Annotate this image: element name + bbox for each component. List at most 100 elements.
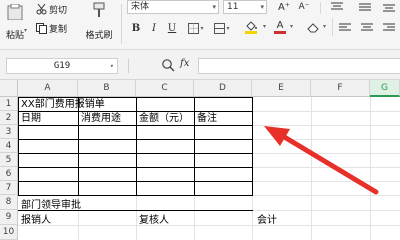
- chevron-down-icon: ▾: [200, 24, 204, 32]
- format-painter-label: 格式刷: [85, 31, 113, 41]
- column-header-b[interactable]: B: [78, 80, 136, 97]
- column-header-e[interactable]: E: [252, 80, 311, 97]
- name-box[interactable]: G19 ▾: [6, 58, 118, 74]
- align-middle-icon: [359, 3, 371, 11]
- zoom-icon[interactable]: [161, 58, 175, 72]
- cell-a2-date-header[interactable]: 日期: [19, 112, 41, 125]
- select-all-corner[interactable]: [0, 80, 18, 97]
- format-painter-button[interactable]: 格式刷: [82, 2, 116, 42]
- ribbon-divider: [320, 2, 321, 14]
- paint-bucket-icon: [246, 20, 257, 31]
- row-header-7[interactable]: 7: [0, 181, 18, 195]
- spreadsheet-grid[interactable]: ABCDEFG 1 2 3 4 5 6 7 8 9 10 XX部门费用报销单 日期 消费用途 金额…: [0, 80, 400, 240]
- paste-label: 粘贴: [5, 31, 24, 41]
- scissors-icon: [36, 4, 47, 15]
- shrink-font-button[interactable]: A⁻: [296, 0, 312, 14]
- cell-a9-claimant[interactable]: 报销人: [19, 214, 51, 227]
- border-icon: [188, 22, 200, 34]
- chevron-down-icon[interactable]: ▾: [323, 23, 326, 30]
- arrow-shaft: [273, 129, 379, 195]
- cell-a1-title[interactable]: XX部门费用报销单: [19, 98, 105, 111]
- font-name-value: 宋体: [131, 2, 150, 12]
- font-name-select[interactable]: 宋体 ▾: [127, 0, 219, 14]
- column-header-c[interactable]: C: [136, 80, 194, 97]
- cell-c2-amount-header[interactable]: 金额（元）: [137, 112, 189, 125]
- row-header-4[interactable]: 4: [0, 139, 18, 153]
- grow-font-icon: A⁺: [277, 1, 291, 13]
- cell-reference: G19: [53, 61, 71, 71]
- paste-button[interactable]: 粘贴 ▾: [0, 4, 30, 44]
- align-center-icon: [361, 23, 373, 31]
- font-color-icon: A: [276, 20, 284, 31]
- copy-button[interactable]: 复制: [36, 22, 67, 35]
- column-header-f[interactable]: F: [311, 80, 370, 97]
- gridline-horizontal: [18, 225, 400, 226]
- chevron-down-icon: ▾: [212, 3, 216, 11]
- insert-function-button[interactable]: fx: [180, 58, 189, 69]
- ribbon-divider: [121, 4, 122, 44]
- cell-c9-reviewer[interactable]: 复核人: [137, 214, 169, 227]
- font-color-swatch: [274, 31, 286, 34]
- grow-font-button[interactable]: A⁺: [276, 0, 292, 14]
- copy-label: 复制: [49, 25, 68, 35]
- clear-format-button[interactable]: [304, 20, 322, 34]
- chevron-down-icon: ▾: [109, 62, 114, 70]
- row-header-8[interactable]: 8: [0, 195, 18, 210]
- formula-bar-divider: [128, 59, 129, 73]
- cell-e9-accountant[interactable]: 会计: [255, 214, 277, 227]
- ribbon-divider: [332, 18, 333, 36]
- bold-button[interactable]: B: [130, 21, 142, 35]
- table-border-vertical: [252, 97, 253, 196]
- align-right-icon: [383, 23, 395, 31]
- align-left-button[interactable]: [338, 21, 352, 35]
- paintbrush-icon: [93, 2, 105, 17]
- row-header-9[interactable]: 9: [0, 210, 18, 225]
- clipboard-icon: [7, 4, 23, 20]
- gridline-vertical: [311, 97, 312, 240]
- chevron-down-icon: ▾: [260, 3, 264, 11]
- chevron-down-icon[interactable]: ▾: [290, 23, 293, 30]
- font-size-value: 11: [227, 2, 239, 12]
- font-color-button[interactable]: A: [272, 19, 288, 35]
- align-center-button[interactable]: [360, 21, 374, 35]
- underline-button[interactable]: U: [166, 21, 178, 35]
- align-bottom-icon: [383, 4, 395, 12]
- align-middle-button[interactable]: [358, 0, 372, 14]
- align-right-button[interactable]: [382, 21, 396, 35]
- column-header-g[interactable]: G: [370, 80, 400, 97]
- ribbon-toolbar: 粘贴 ▾ 剪切 复制 格式刷 宋体 ▾ 11 ▾ A⁺ A⁻ B I U ▾ ▾…: [0, 0, 400, 50]
- fill-color-swatch: [245, 30, 257, 34]
- paste-dropdown-icon[interactable]: ▾: [24, 27, 27, 34]
- eraser-icon: [306, 22, 319, 32]
- row-header-5[interactable]: 5: [0, 153, 18, 167]
- cell-b2-purpose-header[interactable]: 消费用途: [79, 112, 121, 125]
- arrow-head: [264, 126, 290, 146]
- fill-color-button[interactable]: [240, 19, 262, 35]
- chevron-down-icon: ▾: [226, 24, 230, 32]
- align-top-button[interactable]: [330, 0, 344, 14]
- border-button[interactable]: ▾: [186, 21, 206, 35]
- row-header-10[interactable]: 10: [0, 225, 18, 240]
- align-bottom-button[interactable]: [382, 0, 396, 14]
- row-header-6[interactable]: 6: [0, 167, 18, 181]
- font-size-select[interactable]: 11 ▾: [223, 0, 267, 14]
- column-header-a[interactable]: A: [18, 80, 78, 97]
- formula-bar: G19 ▾ fx: [0, 50, 400, 80]
- align-top-icon: [331, 2, 343, 10]
- chevron-down-icon[interactable]: ▾: [263, 23, 266, 30]
- column-header-d[interactable]: D: [194, 80, 252, 97]
- align-left-icon: [339, 23, 351, 31]
- cut-button[interactable]: 剪切: [36, 3, 67, 16]
- merge-button[interactable]: ▾: [212, 21, 232, 35]
- cell-d2-remark-header[interactable]: 备注: [195, 112, 217, 125]
- shrink-font-icon: A⁻: [298, 2, 310, 12]
- row-header-1[interactable]: 1: [0, 97, 18, 111]
- merge-cells-icon: [214, 22, 226, 34]
- gridline-vertical: [370, 97, 371, 240]
- row-header-3[interactable]: 3: [0, 125, 18, 139]
- italic-button[interactable]: I: [148, 21, 160, 35]
- formula-input[interactable]: [198, 58, 400, 74]
- row-header-2[interactable]: 2: [0, 111, 18, 125]
- copy-icon: [36, 23, 47, 34]
- cell-a8-approval[interactable]: 部门领导审批: [19, 199, 81, 212]
